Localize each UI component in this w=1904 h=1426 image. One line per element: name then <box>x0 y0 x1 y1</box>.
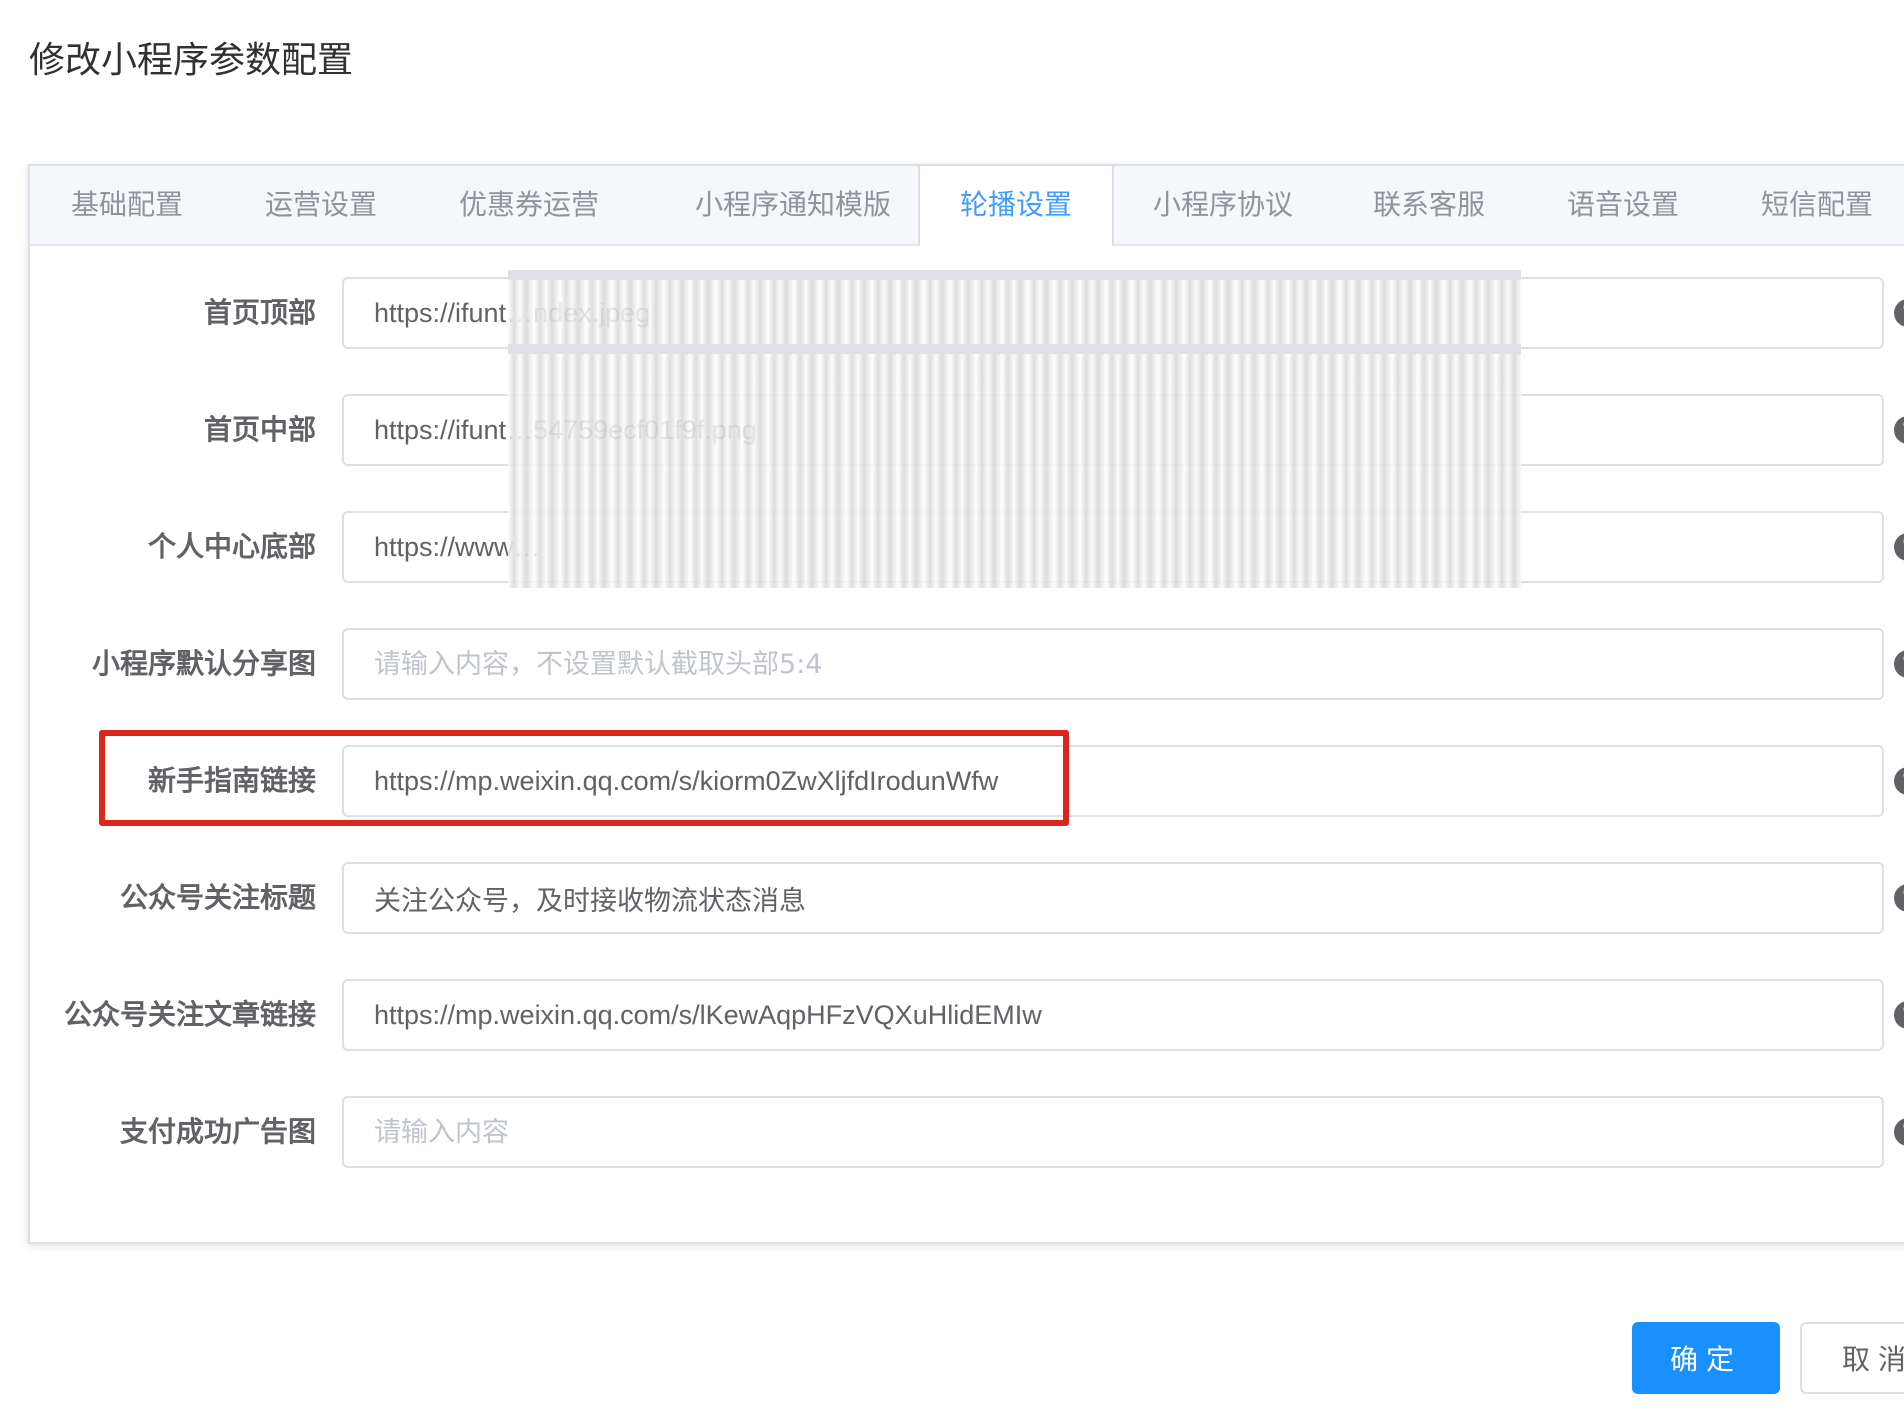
default-share-image-input[interactable] <box>342 628 1884 700</box>
profile-bottom-image-input[interactable] <box>342 511 1884 583</box>
question-circle-icon[interactable]: ? <box>1894 650 1904 678</box>
follow-article-link-input[interactable] <box>342 979 1884 1051</box>
cancel-button[interactable]: 取消 <box>1800 1322 1904 1394</box>
dialog: 修改小程序参数配置 基础配置 运营设置 优惠券运营 小程序通知模版 轮播设置 小… <box>0 0 1904 1426</box>
form-row-home-middle: 首页中部 ? <box>30 394 1904 466</box>
form-label: 首页中部 <box>203 413 316 446</box>
form-label: 公众号关注文章链接 <box>63 998 316 1031</box>
beginner-guide-link-input[interactable] <box>342 745 1884 817</box>
dialog-title: 修改小程序参数配置 <box>29 40 354 81</box>
form-row-profile-bottom: 个人中心底部 ? <box>30 511 1904 583</box>
question-circle-icon[interactable]: ? <box>1894 884 1904 912</box>
form-label: 个人中心底部 <box>147 530 316 563</box>
tab-customer-service[interactable]: 联系客服 <box>1332 166 1526 244</box>
form-row-payment-ad: 支付成功广告图 ? <box>30 1096 1904 1168</box>
tab-carousel-settings[interactable]: 轮播设置 <box>918 166 1114 246</box>
tab-sms-config[interactable]: 短信配置 <box>1720 166 1904 244</box>
form-row-home-top: 首页顶部 ? <box>30 277 1904 349</box>
tab-notification-template[interactable]: 小程序通知模版 <box>640 166 946 244</box>
form-label: 小程序默认分享图 <box>91 647 316 680</box>
form-label: 支付成功广告图 <box>119 1115 316 1148</box>
form-row-follow-article: 公众号关注文章链接 ? <box>30 979 1904 1051</box>
question-circle-icon[interactable]: ? <box>1894 533 1904 561</box>
question-circle-icon[interactable]: ? <box>1894 767 1904 795</box>
config-panel: 基础配置 运营设置 优惠券运营 小程序通知模版 轮播设置 小程序协议 联系客服 … <box>28 164 1904 1244</box>
form-label: 公众号关注标题 <box>119 881 316 914</box>
payment-ad-image-input[interactable] <box>342 1096 1884 1168</box>
form-row-follow-title: 公众号关注标题 ? <box>30 862 1904 934</box>
home-middle-image-input[interactable] <box>342 394 1884 466</box>
form-row-default-share: 小程序默认分享图 ? <box>30 628 1904 700</box>
tab-bar: 基础配置 运营设置 优惠券运营 小程序通知模版 轮播设置 小程序协议 联系客服 … <box>30 166 1904 246</box>
tab-operation-settings[interactable]: 运营设置 <box>224 166 418 244</box>
tab-basic-config[interactable]: 基础配置 <box>30 166 224 244</box>
question-circle-icon[interactable]: ? <box>1894 1118 1904 1146</box>
form-label: 新手指南链接 <box>147 764 316 797</box>
follow-title-input[interactable] <box>342 862 1884 934</box>
tab-miniprogram-agreement[interactable]: 小程序协议 <box>1114 166 1332 244</box>
question-circle-icon[interactable]: ? <box>1894 1001 1904 1029</box>
form-label: 首页顶部 <box>203 296 316 329</box>
confirm-button[interactable]: 确定 <box>1632 1322 1780 1394</box>
tab-coupon-operation[interactable]: 优惠券运营 <box>418 166 640 244</box>
home-top-image-input[interactable] <box>342 277 1884 349</box>
tab-voice-settings[interactable]: 语音设置 <box>1526 166 1720 244</box>
question-circle-icon[interactable]: ? <box>1894 299 1904 327</box>
question-circle-icon[interactable]: ? <box>1894 416 1904 444</box>
form-row-beginner-guide: 新手指南链接 ? <box>30 745 1904 817</box>
